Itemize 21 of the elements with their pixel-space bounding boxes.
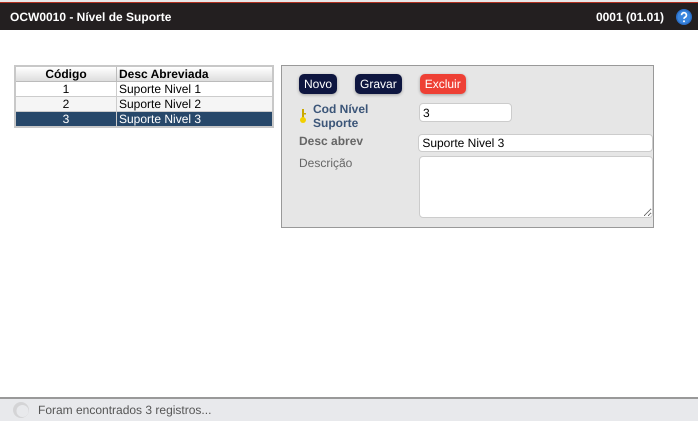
status-text: Foram encontrados 3 registros... [38,403,212,417]
version-label: 0001 (01.01) [596,10,664,24]
field-label: Descrição [299,156,352,170]
action-button[interactable]: Gravar [355,74,402,94]
window-title: OCW0010 - Nível de Suporte [10,10,172,24]
table-cell: 3 [15,112,116,127]
column-header[interactable]: Código [15,66,116,82]
table-row[interactable]: 3 Suporte Nivel 3 [15,112,273,127]
field-label: Cod Nível Suporte [313,102,370,130]
table-cell: Suporte Nivel 2 [116,96,273,112]
field-label: Desc abrev [299,134,364,148]
table-row[interactable]: 2 Suporte Nivel 2 [15,96,273,112]
text-field[interactable]: Suporte Nivel 3 [418,134,653,152]
action-button[interactable]: Novo [299,74,338,94]
column-header[interactable]: Desc Abreviada [116,66,273,82]
description-field[interactable] [418,156,653,218]
table-cell: 2 [15,96,116,112]
delete-button[interactable]: Excluir [420,74,466,94]
help-icon[interactable] [676,8,692,24]
table-cell: Suporte Nivel 3 [116,112,273,127]
code-field[interactable]: 3 [419,103,512,122]
